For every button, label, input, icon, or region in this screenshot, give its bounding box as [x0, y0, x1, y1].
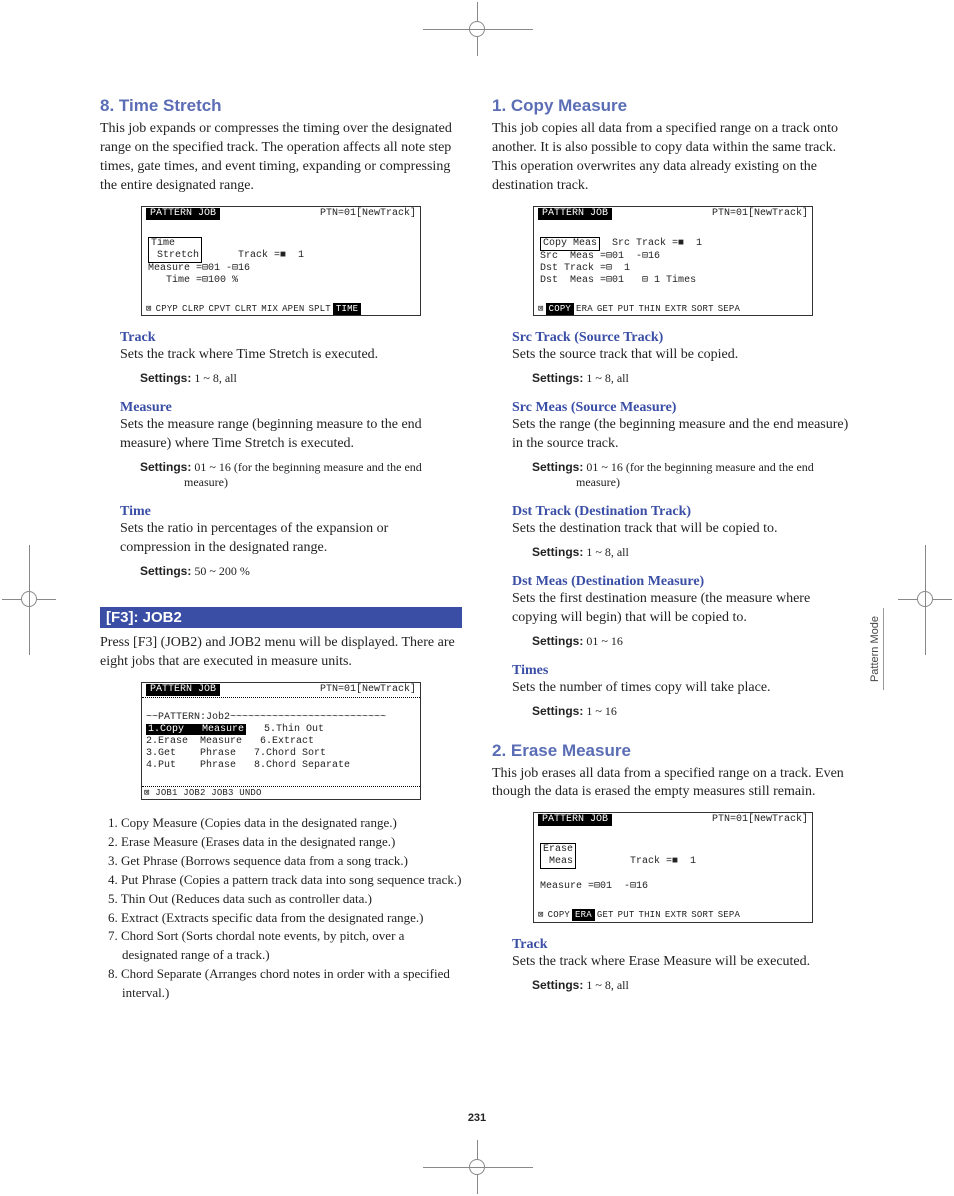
side-tab: Pattern Mode — [867, 608, 884, 690]
param-track-settings: Settings: 1 ~ 8, all — [140, 371, 462, 386]
param-dsttrack-title: Dst Track (Destination Track) — [512, 504, 854, 520]
crop-mark-bottom — [423, 1140, 533, 1194]
param-dstmeas-desc: Sets the first destination measure (the … — [512, 590, 854, 628]
section-1-body: This job copies all data from a specifie… — [492, 120, 854, 196]
left-column: 8. Time Stretch This job expands or comp… — [100, 96, 462, 1003]
section-1-title: 1. Copy Measure — [492, 96, 854, 116]
lcd-time-stretch: PATTERN JOB PTN=01[NewTrack] Time Stretc… — [141, 206, 421, 317]
param-dsttrack-desc: Sets the destination track that will be … — [512, 520, 854, 539]
job-6: 6. Extract (Extracts specific data from … — [108, 909, 462, 928]
crop-mark-top — [423, 2, 533, 56]
page-number: 231 — [0, 1112, 954, 1124]
lcd-box: Time Stretch — [148, 237, 202, 263]
section-2-title: 2. Erase Measure — [492, 741, 854, 761]
param-srcmeas-settings: Settings: 01 ~ 16 (for the beginning mea… — [532, 460, 854, 490]
job-2: 2. Erase Measure (Erases data in the des… — [108, 833, 462, 852]
f3-job2-title: [F3]: JOB2 — [100, 607, 462, 628]
section-8-title: 8. Time Stretch — [100, 96, 462, 116]
param-erase-track-settings: Settings: 1 ~ 8, all — [532, 978, 854, 993]
param-times-desc: Sets the number of times copy will take … — [512, 679, 854, 698]
job-1: 1. Copy Measure (Copies data in the desi… — [108, 814, 462, 833]
lcd-box: Erase Meas — [540, 843, 576, 869]
lcd-box: Copy Meas — [540, 237, 600, 251]
section-2-body: This job erases all data from a specifie… — [492, 765, 854, 803]
param-measure-title: Measure — [120, 400, 462, 416]
lcd-erase-measure: PATTERN JOB PTN=01[NewTrack] Erase Meas … — [533, 812, 813, 923]
lcd-copy-measure: PATTERN JOB PTN=01[NewTrack] Copy Meas S… — [533, 206, 813, 317]
job-3: 3. Get Phrase (Borrows sequence data fro… — [108, 852, 462, 871]
lcd-title: PATTERN JOB — [146, 684, 220, 696]
lcd-top-right: PTN=01[NewTrack] — [712, 208, 808, 220]
job-7: 7. Chord Sort (Sorts chordal note events… — [108, 927, 462, 965]
lcd-title: PATTERN JOB — [146, 208, 220, 220]
job-5: 5. Thin Out (Reduces data such as contro… — [108, 890, 462, 909]
param-time-settings: Settings: 50 ~ 200 % — [140, 564, 462, 579]
param-srcmeas-desc: Sets the range (the beginning measure an… — [512, 416, 854, 454]
right-column: 1. Copy Measure This job copies all data… — [492, 96, 854, 1003]
job-8: 8. Chord Separate (Arranges chord notes … — [108, 965, 462, 1003]
param-srcmeas-title: Src Meas (Source Measure) — [512, 400, 854, 416]
f3-job2-body: Press [F3] (JOB2) and JOB2 menu will be … — [100, 634, 462, 672]
param-time-title: Time — [120, 504, 462, 520]
section-8-body: This job expands or compresses the timin… — [100, 120, 462, 196]
job-4: 4. Put Phrase (Copies a pattern track da… — [108, 871, 462, 890]
lcd-top-right: PTN=01[NewTrack] — [712, 814, 808, 826]
param-measure-settings: Settings: 01 ~ 16 (for the beginning mea… — [140, 460, 462, 490]
param-srctrack-desc: Sets the source track that will be copie… — [512, 346, 854, 365]
lcd-title: PATTERN JOB — [538, 814, 612, 826]
param-srctrack-title: Src Track (Source Track) — [512, 330, 854, 346]
lcd-bottom: ⊠ JOB1 JOB2 JOB3 UNDO — [142, 787, 420, 800]
lcd-top-right: PTN=01[NewTrack] — [320, 684, 416, 696]
lcd-tabs: ⊠CPYPCLRPCPVTCLRTMIXAPENSPLTTIME — [142, 303, 420, 316]
param-erase-track-desc: Sets the track where Erase Measure will … — [512, 953, 854, 972]
param-dstmeas-settings: Settings: 01 ~ 16 — [532, 634, 854, 649]
lcd-job2-menu: PATTERN JOB PTN=01[NewTrack] ~~PATTERN:J… — [141, 682, 421, 801]
param-time-desc: Sets the ratio in percentages of the exp… — [120, 520, 462, 558]
param-dsttrack-settings: Settings: 1 ~ 8, all — [532, 545, 854, 560]
crop-mark-right — [898, 545, 952, 655]
param-track-desc: Sets the track where Time Stretch is exe… — [120, 346, 462, 365]
lcd-top-right: PTN=01[NewTrack] — [320, 208, 416, 220]
lcd-tabs: ⊠COPYERAGETPUTTHINEXTRSORTSEPA — [534, 909, 812, 922]
param-dstmeas-title: Dst Meas (Destination Measure) — [512, 574, 854, 590]
lcd-tabs: ⊠COPYERAGETPUTTHINEXTRSORTSEPA — [534, 303, 812, 316]
param-erase-track-title: Track — [512, 937, 854, 953]
job-list: 1. Copy Measure (Copies data in the desi… — [100, 814, 462, 1002]
param-track-title: Track — [120, 330, 462, 346]
param-srctrack-settings: Settings: 1 ~ 8, all — [532, 371, 854, 386]
param-times-settings: Settings: 1 ~ 16 — [532, 704, 854, 719]
lcd-title: PATTERN JOB — [538, 208, 612, 220]
param-measure-desc: Sets the measure range (beginning measur… — [120, 416, 462, 454]
page-content: 8. Time Stretch This job expands or comp… — [0, 0, 954, 1053]
crop-mark-left — [2, 545, 56, 655]
param-times-title: Times — [512, 663, 854, 679]
